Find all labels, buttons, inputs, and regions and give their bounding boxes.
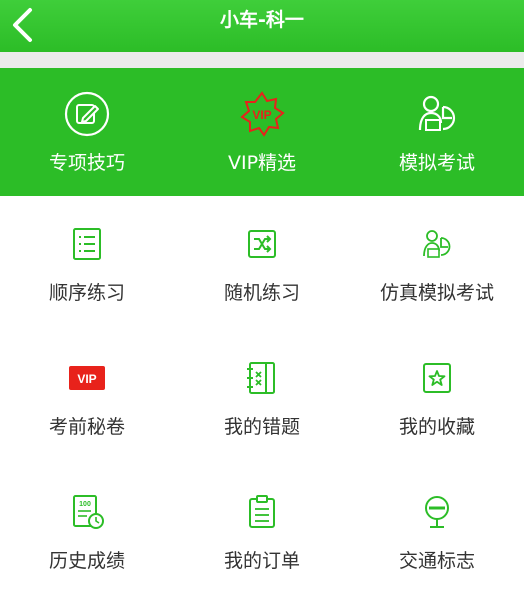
- feature-mock-exam[interactable]: 模拟考试: [350, 68, 524, 196]
- svg-text:VIP: VIP: [252, 108, 271, 122]
- vip-tag-icon: VIP: [69, 360, 105, 396]
- feature-bar: 专项技巧 VIP VIP精选 模拟考试: [0, 68, 524, 196]
- grid-item-my-orders[interactable]: 我的订单: [175, 466, 349, 596]
- feature-label: 专项技巧: [48, 152, 125, 174]
- traffic-sign-icon: [419, 494, 455, 530]
- shuffle-icon: [244, 226, 280, 262]
- header: 小车-科一: [0, 0, 524, 52]
- grid-item-label: 我的订单: [223, 550, 300, 572]
- exam-person-icon: [413, 90, 461, 138]
- grid-item-simulated-exam[interactable]: 仿真模拟考试: [350, 198, 524, 328]
- page-title: 小车-科一: [220, 9, 304, 31]
- grid-item-label: 考前秘卷: [48, 416, 125, 438]
- grid-item-label: 我的错题: [223, 416, 300, 438]
- exam-person-icon: [419, 226, 455, 262]
- grid-item-label: 顺序练习: [48, 282, 125, 304]
- grid-item-history-scores[interactable]: 100 历史成绩: [0, 466, 174, 596]
- grid-item-my-mistakes[interactable]: 我的错题: [175, 332, 349, 462]
- grid-item-sequential-practice[interactable]: 顺序练习: [0, 198, 174, 328]
- star-icon: [419, 360, 455, 396]
- grid-item-random-practice[interactable]: 随机练习: [175, 198, 349, 328]
- grid-item-label: 仿真模拟考试: [379, 282, 494, 304]
- grid-item-my-favorites[interactable]: 我的收藏: [350, 332, 524, 462]
- mistakes-book-icon: [244, 360, 280, 396]
- divider: [0, 52, 524, 68]
- grid-item-label: 我的收藏: [398, 416, 475, 438]
- grid-item-pre-exam-papers[interactable]: VIP 考前秘卷: [0, 332, 174, 462]
- feature-label: 模拟考试: [398, 152, 475, 174]
- svg-text:VIP: VIP: [77, 372, 96, 386]
- order-icon: [244, 494, 280, 530]
- grid-item-label: 随机练习: [223, 282, 300, 304]
- edit-icon: [63, 90, 111, 138]
- feature-vip[interactable]: VIP VIP精选: [175, 68, 349, 196]
- feature-special-tips[interactable]: 专项技巧: [0, 68, 174, 196]
- grid-item-label: 历史成绩: [48, 550, 125, 572]
- feature-label: VIP精选: [227, 152, 297, 174]
- grid-item-label: 交通标志: [398, 550, 475, 572]
- history-score-icon: 100: [69, 494, 105, 530]
- vip-badge-icon: VIP: [238, 90, 286, 138]
- list-icon: [69, 226, 105, 262]
- svg-text:100: 100: [79, 501, 91, 508]
- grid-item-traffic-signs[interactable]: 交通标志: [350, 466, 524, 596]
